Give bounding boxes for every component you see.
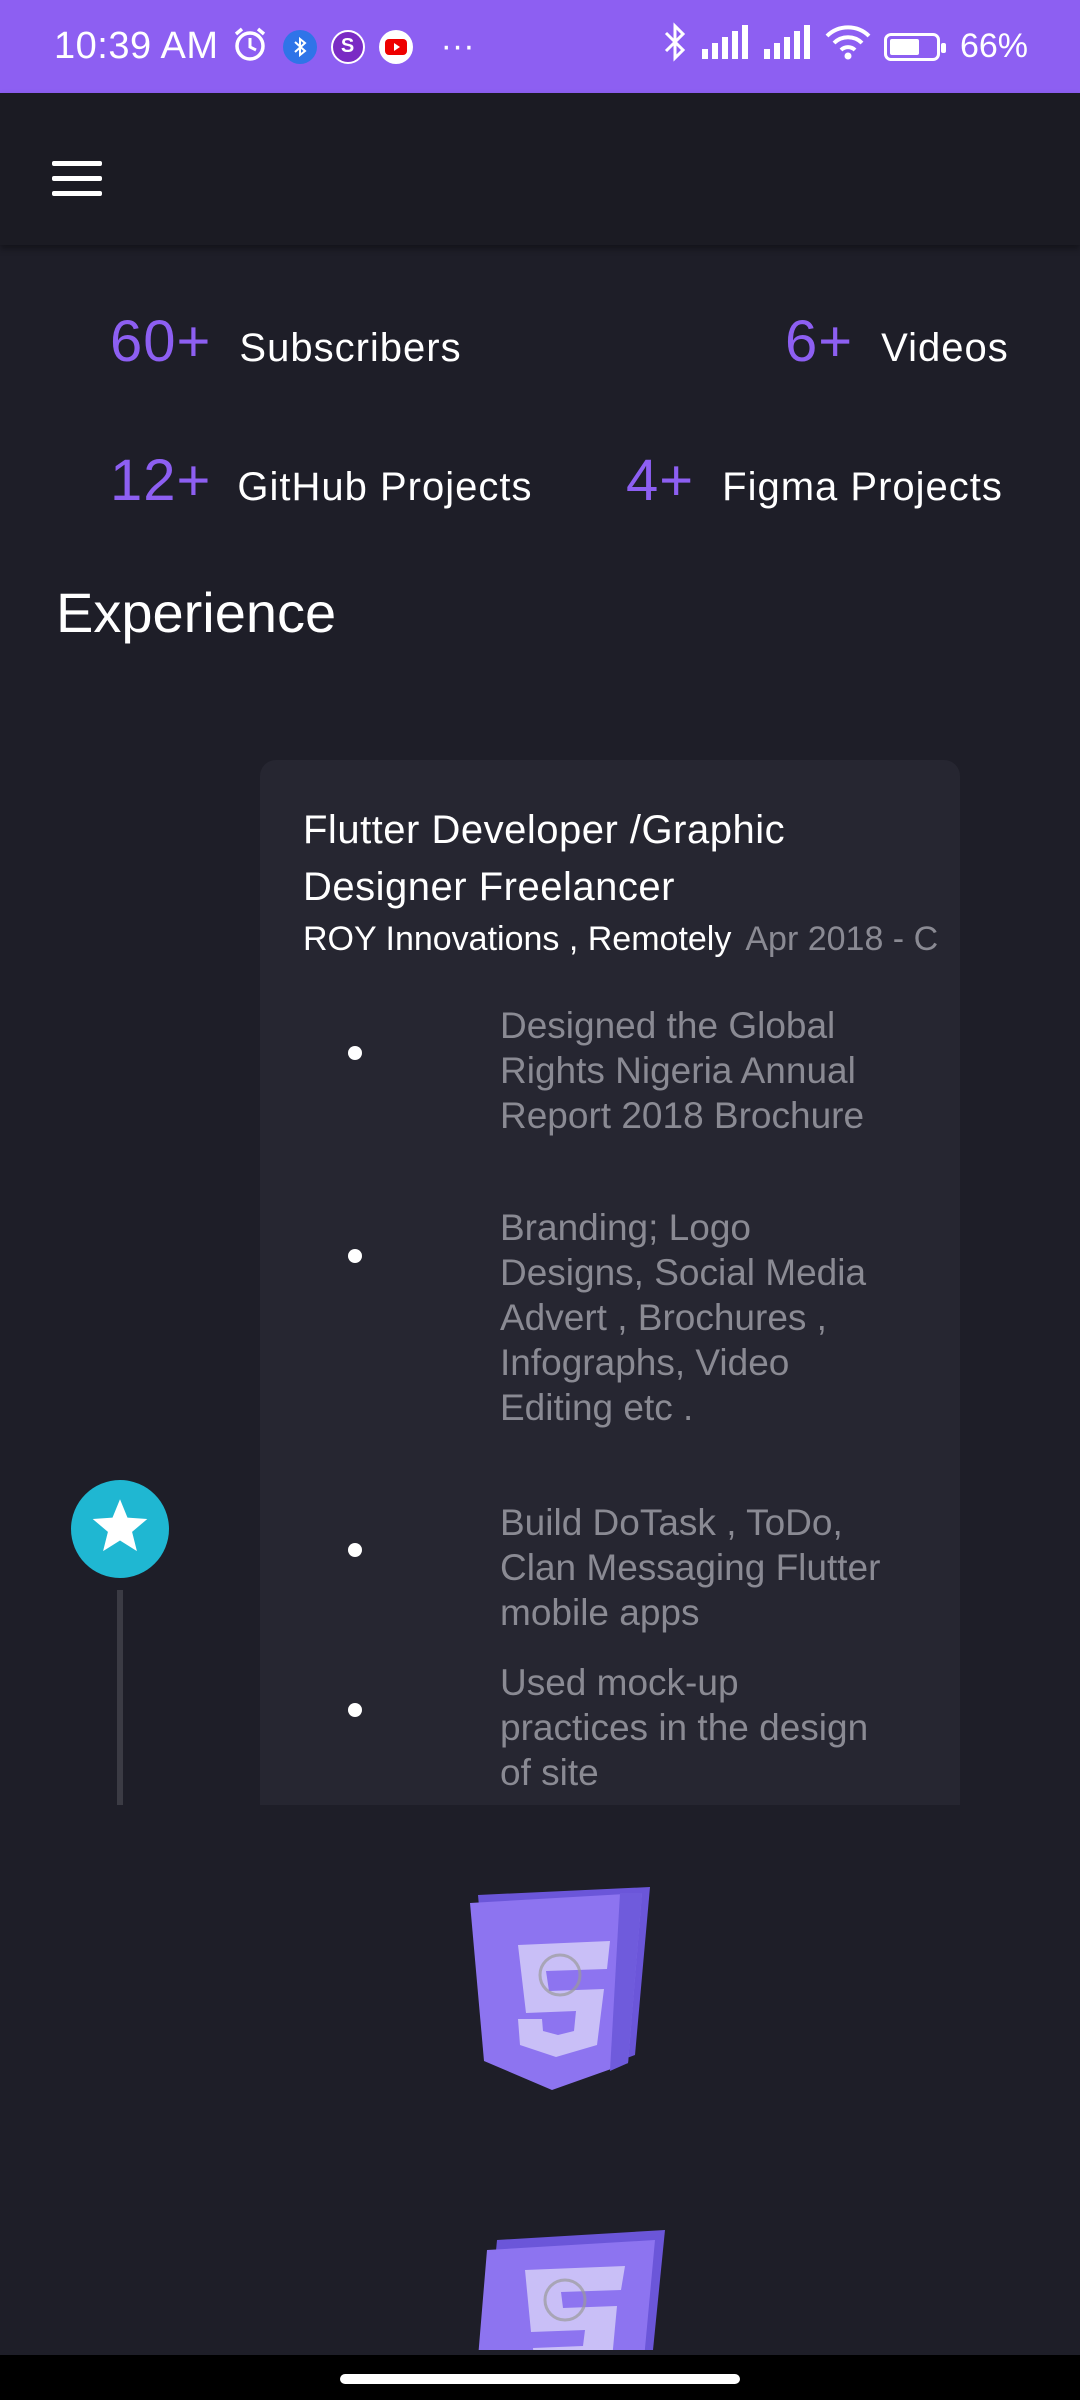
timeline-line (117, 1590, 123, 1805)
more-notifications: ··· (440, 27, 475, 65)
job-meta: ROY Innovations , Remotely Apr 2018 - C (303, 920, 938, 959)
section-title: Experience (56, 581, 337, 644)
bullet-text: Designed the Global Rights Nigeria Annua… (500, 1005, 865, 1136)
battery-percent: 66% (959, 27, 1028, 65)
experience-card: Flutter Developer /Graphic Designer Free… (260, 760, 960, 1805)
stat-label: Subscribers (239, 326, 462, 370)
status-time: 10:39 AM (54, 25, 219, 67)
stat-value: 60+ (110, 309, 212, 374)
alarm-icon (231, 25, 269, 68)
notification-icons: S ··· (231, 25, 475, 68)
app-bar (0, 93, 1080, 245)
bullet-text: Build DoTask , ToDo, Clan Messaging Flut… (500, 1502, 881, 1633)
job-date: Apr 2018 - C (745, 920, 939, 958)
job-title: Flutter Developer /Graphic Designer Free… (303, 808, 786, 909)
bullet-dot (348, 1703, 362, 1717)
company-name: ROY Innovations , Remotely (303, 920, 732, 958)
skype-icon: S (330, 29, 365, 64)
bullet-dot (348, 1249, 362, 1263)
stat-label: Videos (881, 326, 1009, 370)
stat-value: 12+ (110, 448, 212, 513)
stat-figma-projects: 4+ Figma Projects (626, 447, 1003, 514)
stat-github-projects: 12+ GitHub Projects (110, 447, 533, 514)
bullet-dot (348, 1543, 362, 1557)
stat-value: 4+ (626, 448, 695, 513)
signal-icon (700, 25, 750, 68)
signal-icon-2 (762, 25, 812, 68)
timeline-node (71, 1480, 169, 1578)
status-bar: 10:39 AM S ··· 66% (0, 0, 1080, 93)
stat-value: 6+ (785, 309, 854, 374)
html5-icon (470, 1885, 660, 2090)
star-icon (91, 1498, 149, 1560)
battery-icon (883, 32, 946, 61)
stat-label: Figma Projects (722, 465, 1003, 509)
css3-icon (475, 2230, 675, 2350)
menu-icon[interactable] (52, 161, 102, 197)
home-gesture-bar[interactable] (340, 2374, 740, 2384)
stat-label: GitHub Projects (237, 465, 533, 509)
wifi-icon (824, 24, 872, 69)
system-icons: 66% (662, 22, 1028, 71)
youtube-icon (378, 29, 413, 64)
stat-subscribers: 60+ Subscribers (110, 308, 462, 375)
bullet-text: Branding; Logo Designs, Social Media Adv… (500, 1207, 867, 1428)
bluetooth-icon (282, 29, 317, 64)
stat-videos: 6+ Videos (785, 308, 1009, 375)
bullet-dot (348, 1046, 362, 1060)
bluetooth-status-icon (662, 22, 688, 71)
bullet-text: Used mock-up practices in the design of … (500, 1662, 869, 1793)
